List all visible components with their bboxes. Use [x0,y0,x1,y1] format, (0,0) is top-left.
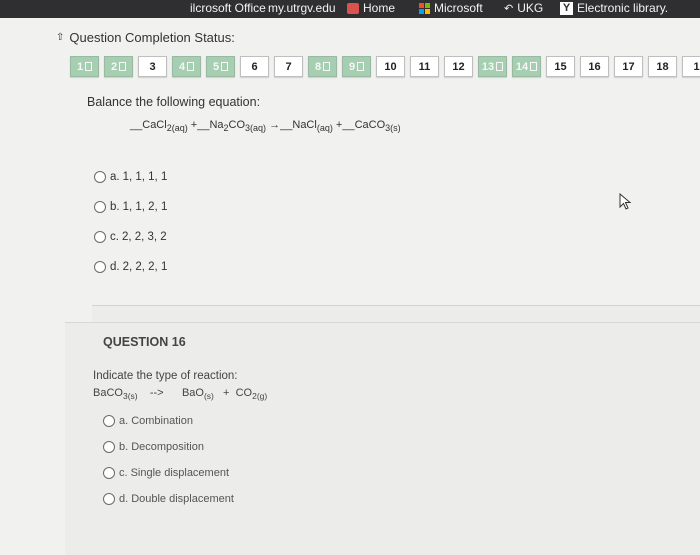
question-nav-box[interactable]: 14 [512,56,541,77]
radio-button[interactable] [94,201,106,213]
question-15-prompt: Balance the following equation: [87,95,261,109]
bookmarks-bar: ilcrosoft Office my.utrgv.edu Home Micro… [0,0,700,18]
bookmark-microsoft-label: Microsoft [434,1,483,15]
q15-option-a-text: 1, 1, 1, 1 [122,171,168,183]
q16-option-a-text: Combination [131,415,193,427]
q16-option-c[interactable]: c. Single displacement [103,460,234,486]
question-16-prompt: Indicate the type of reaction: [93,370,238,382]
q16-option-d-text: Double displacement [131,493,234,505]
question-15-options: a. 1, 1, 1, 1 b. 1, 1, 2, 1 c. 2, 2, 3, … [94,162,167,282]
question-nav-box[interactable]: 17 [614,56,643,77]
question-16-reaction: BaCO3(s) --> BaO(s) + CO2(g) [93,387,268,401]
q15-option-b[interactable]: b. 1, 1, 2, 1 [94,192,167,222]
question-nav-box[interactable]: 8 [308,56,337,77]
question-navigation: 1 2 3 4 5 6 7 8 9 10 11 12 13 14 15 16 17 18 1 [70,56,700,77]
q15-option-c-text: 2, 2, 3, 2 [121,231,167,243]
question-nav-box[interactable]: 10 [376,56,405,77]
question-nav-box[interactable]: 15 [546,56,575,77]
question-nav-box[interactable]: 16 [580,56,609,77]
question-nav-box[interactable]: 11 [410,56,439,77]
q16-option-d[interactable]: d. Double displacement [103,486,234,512]
q16-option-b[interactable]: b. Decomposition [103,434,234,460]
bookmark-home-label: Home [363,1,396,15]
question-nav-box[interactable]: 2 [104,56,133,77]
radio-button[interactable] [103,415,115,427]
bookmark-utrgv[interactable]: my.utrgv.edu [268,1,336,15]
bookmark-home[interactable]: Home [347,1,395,15]
bookmark-microsoft[interactable]: Microsoft [419,1,483,15]
q15-option-d-text: 2, 2, 2, 1 [122,261,168,273]
q15-option-c[interactable]: c. 2, 2, 3, 2 [94,222,167,252]
bookmark-electronic-library[interactable]: Y Electronic library. [560,1,668,15]
mouse-cursor-icon [619,192,633,216]
question-nav-box[interactable]: 5 [206,56,235,77]
home-icon [347,2,359,14]
completion-status-title: Question Completion Status: [69,30,235,45]
ukg-icon: ↶ [504,2,514,15]
bookmark-office-label: ilcrosoft Office [190,1,266,15]
radio-button[interactable] [94,231,106,243]
question-nav-box[interactable]: 9 [342,56,371,77]
question-16-title: QUESTION 16 [103,335,186,349]
bookmark-office[interactable]: ilcrosoft Office [190,1,266,15]
collapse-icon[interactable]: ⇧ [56,32,64,43]
question-nav-box[interactable]: 1 [682,56,700,77]
q15-option-a[interactable]: a. 1, 1, 1, 1 [94,162,167,192]
radio-button[interactable] [103,467,115,479]
q16-option-b-text: Decomposition [131,441,204,453]
bookmark-ukg-label: UKG [517,1,544,15]
question-nav-box[interactable]: 12 [444,56,473,77]
question-divider [92,305,700,323]
q16-option-c-text: Single displacement [130,467,230,479]
bookmark-ukg[interactable]: ↶ UKG [504,1,543,15]
q15-option-b-text: 1, 1, 2, 1 [122,201,168,213]
question-15-equation: __CaCl2(aq) +__Na2CO3(aq) →__NaCl(aq) +_… [130,119,401,133]
question-nav-box[interactable]: 7 [274,56,303,77]
microsoft-icon [419,2,430,14]
completion-status-header[interactable]: ⇧ Question Completion Status: [56,30,235,45]
question-nav-box[interactable]: 18 [648,56,677,77]
question-nav-box[interactable]: 4 [172,56,201,77]
question-nav-box[interactable]: 1 [70,56,99,77]
radio-button[interactable] [103,493,115,505]
bookmark-utrgv-label: my.utrgv.edu [268,1,336,15]
q16-option-a[interactable]: a. Combination [103,408,234,434]
q15-option-d[interactable]: d. 2, 2, 2, 1 [94,252,167,282]
question-16-options: a. Combination b. Decomposition c. Singl… [103,408,234,512]
question-nav-box[interactable]: 3 [138,56,167,77]
y-icon: Y [560,1,573,15]
radio-button[interactable] [94,261,106,273]
bookmark-electronic-library-label: Electronic library. [577,1,669,15]
radio-button[interactable] [94,171,106,183]
question-nav-box[interactable]: 6 [240,56,269,77]
radio-button[interactable] [103,441,115,453]
question-nav-box[interactable]: 13 [478,56,507,77]
